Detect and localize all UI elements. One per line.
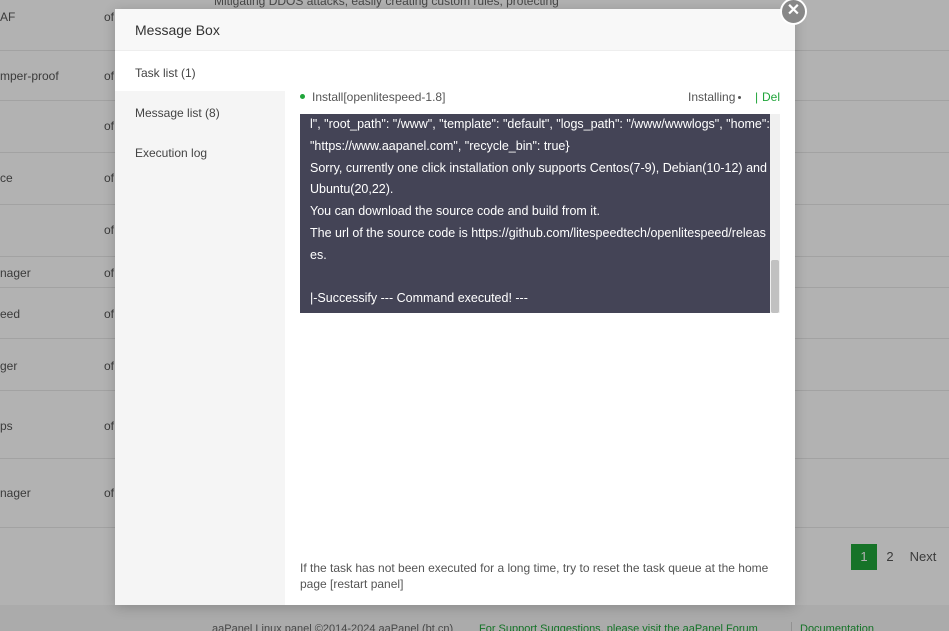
task-queue-hint: If the task has not been executed for a … (300, 561, 769, 591)
task-action-separator: | (755, 90, 759, 104)
dialog-header: Message Box (115, 9, 795, 51)
console-scrollbar[interactable] (770, 114, 780, 313)
scrollbar-thumb[interactable] (771, 260, 779, 313)
sidebar-item-task-list[interactable]: Task list (1) (115, 51, 285, 91)
message-box-dialog: Message Box Task list (1) Message list (… (115, 9, 795, 605)
delete-task-link[interactable]: Del (762, 90, 780, 104)
console-output: l", "root_path": "/www", "template": "de… (310, 117, 770, 306)
install-log-console[interactable]: l", "root_path": "/www", "template": "de… (300, 114, 780, 313)
task-item: Install[openlitespeed-1.8] Installing | … (300, 90, 780, 106)
sidebar-item-execution-log[interactable]: Execution log (115, 131, 285, 171)
sidebar-item-label: Execution log (135, 146, 208, 160)
sidebar-item-message-list[interactable]: Message list (8) (115, 91, 285, 131)
loading-dot-icon (738, 96, 741, 99)
task-list-panel: Install[openlitespeed-1.8] Installing | … (300, 51, 780, 605)
status-dot-icon (300, 94, 305, 99)
dialog-sidebar: Task list (1) Message list (8) Execution… (115, 51, 285, 605)
task-status: Installing (688, 90, 736, 104)
dialog-title: Message Box (135, 22, 220, 38)
sidebar-item-label: Message list (8) (135, 106, 220, 120)
sidebar-item-label: Task list (1) (135, 66, 196, 80)
task-name: Install[openlitespeed-1.8] (312, 90, 446, 104)
